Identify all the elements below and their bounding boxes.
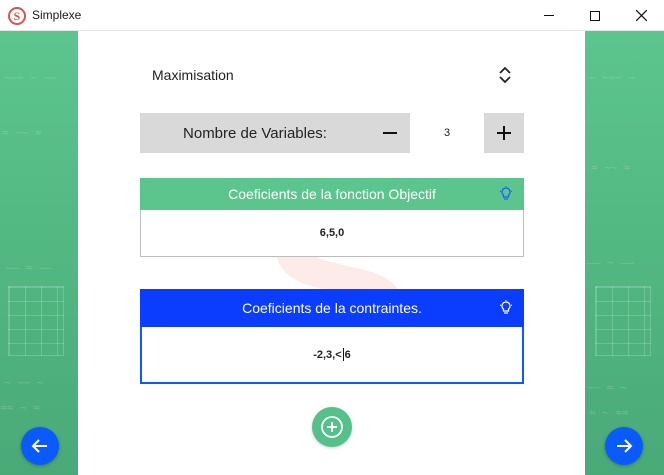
minimize-icon [544,15,554,16]
objective-card-title: Coeficients de la fonction Objectif [228,186,436,202]
lightbulb-icon[interactable] [498,186,514,202]
minus-icon [383,132,397,134]
chalk-scribble: ≈≈ ~ ≈ [0,401,40,414]
constraints-card: Coeficients de la contraintes. -2,3,< 6 [140,289,524,384]
text-caret [342,348,344,361]
right-background-panel: ~ ~~~ ~ ≈ ~~ ≈ —— ~ —— ~~ ≈ ~ ≈ ~ ≈≈ [585,31,664,475]
variables-count-row: Nombre de Variables: 3 [140,113,524,153]
constraints-text-before-caret: -2,3,< [313,348,342,361]
chalk-grid [595,286,651,356]
close-icon [635,10,647,21]
close-button[interactable] [618,0,664,31]
constraints-coefficients-input[interactable]: -2,3,< 6 [140,327,524,384]
optimization-mode-value: Maximisation [152,67,234,83]
maximize-button[interactable] [572,0,618,31]
arrow-right-icon [617,439,633,453]
arrow-left-icon [31,439,47,453]
title-bar: S Simplexe [0,0,664,31]
previous-button[interactable] [21,427,59,465]
chevron-up-down-icon [499,66,511,84]
chalk-scribble: ~ ~~~ ~ [589,71,636,84]
app-logo-icon: S [8,7,26,25]
left-background-panel: ~~~ ~ ~~ ≈ ~~ ≈ —— ≈ —— ~ ~~ ~ ≈≈ ~ ≈ [0,31,78,475]
variables-count-label: Nombre de Variables: [140,113,370,153]
window-title: Simplexe [32,8,82,22]
objective-card-header: Coeficients de la fonction Objectif [140,178,524,210]
chalk-scribble: ≈ ~~ ≈ [591,161,631,174]
constraints-text-after-caret: 6 [344,348,351,361]
lightbulb-icon[interactable] [498,300,514,316]
variables-count-input[interactable]: 3 [410,113,484,153]
minimize-button[interactable] [526,0,572,31]
chalk-scribble: —— ~ —— [587,256,634,269]
chalk-scribble: —— ≈ —— [6,261,53,274]
plus-icon [497,126,511,140]
chalk-scribble: ~~~ ~ ~~ [4,71,57,84]
main-panel: S Maximisation Nombre de Variables: 3 Co… [78,31,585,475]
objective-card: Coeficients de la fonction Objectif 6,5,… [140,178,524,257]
chalk-scribble: ~~ ≈ ~ [587,381,627,394]
chalk-scribble: ~ ~~ ~ [4,376,44,389]
chalk-scribble: ≈ ~~ ≈ [2,126,42,139]
chalk-grid [8,286,64,356]
chalk-scribble: ≈ ~ ≈≈ [589,406,629,419]
plus-circle-icon [321,416,343,438]
objective-coefficients-input[interactable]: 6,5,0 [140,210,524,257]
decrement-variables-button[interactable] [370,113,410,153]
constraints-card-title: Coeficients de la contraintes. [242,300,422,316]
optimization-mode-select[interactable]: Maximisation [140,57,524,93]
maximize-icon [590,10,600,21]
add-constraint-button[interactable] [312,407,352,447]
next-button[interactable] [605,427,643,465]
app-logo-letter: S [13,9,21,23]
constraints-card-header: Coeficients de la contraintes. [140,289,524,327]
increment-variables-button[interactable] [484,113,524,153]
